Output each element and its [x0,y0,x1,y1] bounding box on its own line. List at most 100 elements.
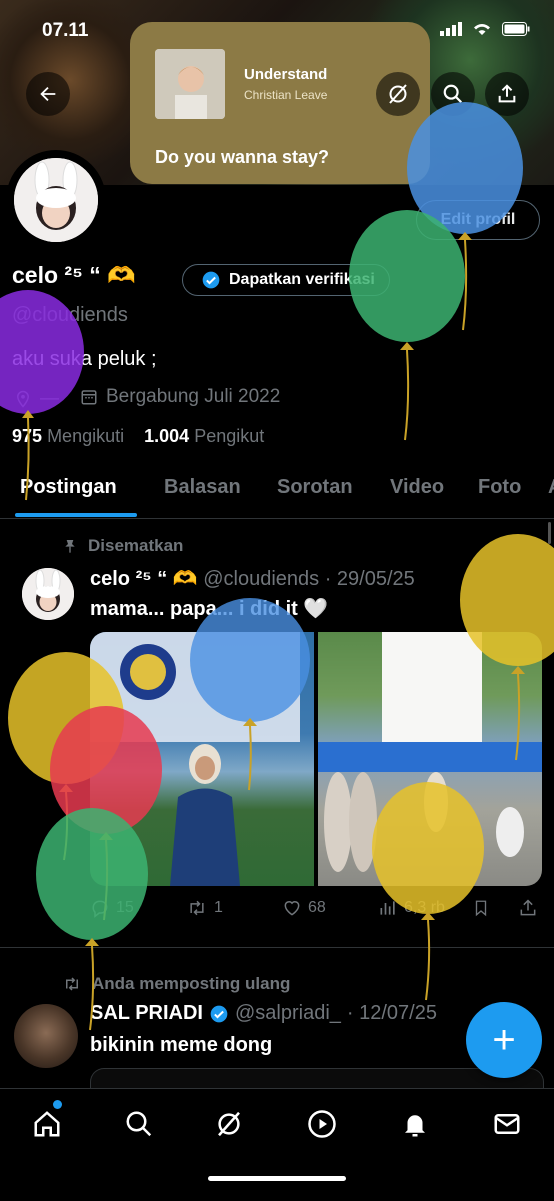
hands-emoji: 🫶 [107,262,136,288]
graduate-figure [170,744,240,886]
balloon-green-top [349,210,465,441]
following-count: 975 [12,426,43,446]
repost-indicator: Anda memposting ulang [62,974,290,994]
post-date: · 29/05/25 [324,568,415,590]
location-icon [16,390,30,408]
mail-icon [494,1114,520,1134]
joined-text: Bergabung Juli 2022 [106,386,281,407]
active-tab-indicator [15,513,137,517]
repost-header: SAL PRIADI @salpriadi_ · 12/07/25 [90,1002,437,1025]
bottom-nav [0,1088,554,1201]
back-arrow-icon [40,86,56,102]
cellular-signal-icon [440,22,462,36]
album-art [155,49,225,119]
avatar-image [14,158,98,242]
views-button[interactable]: 6,3 rb [378,898,445,918]
get-verified-label: Dapatkan verifikasi [229,271,375,288]
post-header: celo ²⁵ “ 🫶 @cloudiends · 29/05/25 [90,566,415,591]
home-indicator[interactable] [208,1176,346,1181]
post-avatar[interactable] [22,568,74,620]
battery-icon [502,22,530,36]
retweet-count: 1 [214,899,223,916]
following-label: Mengikuti [47,426,125,446]
nav-home[interactable] [32,1109,62,1139]
following-link[interactable]: 975 Mengikuti [12,426,124,446]
views-icon [380,901,395,915]
wifi-icon [474,24,490,35]
profile-handle: @cloudiends [12,304,128,326]
repost-handle: @salpriadi_ [234,1002,341,1024]
profile-bio: aku suka peluk ; [12,348,157,370]
share-icon [498,84,516,103]
post-share-button[interactable] [518,898,538,918]
calendar-icon [81,390,97,405]
tab-foto[interactable]: Foto [478,476,521,499]
nav-video[interactable] [307,1109,337,1139]
certificate-doc [382,632,482,750]
follow-stats: 975 Mengikuti 1.004 Pengikut [12,426,264,447]
share-button[interactable] [485,72,529,116]
edit-profile-button[interactable]: Edit profil [416,200,540,240]
post-author[interactable]: celo ²⁵ “ [90,568,167,590]
compose-button[interactable]: + [466,1002,542,1078]
song-artist: Christian Leave [244,88,328,102]
status-time: 07.11 [42,20,89,41]
location-text: — [40,388,59,409]
tab-more[interactable]: A [548,476,554,499]
verified-badge-icon [210,1005,228,1022]
profile-location: — [14,388,59,410]
post-image-2[interactable] [318,632,542,886]
status-icons [440,22,530,36]
post-divider [0,947,554,948]
followers-link[interactable]: 1.004 Pengikut [144,426,264,446]
grok-icon [218,1111,240,1137]
reply-count: 15 [116,899,134,916]
post-handle: @cloudiends [203,568,320,590]
tab-balasan[interactable]: Balasan [164,476,241,499]
repost-avatar[interactable] [14,1004,78,1068]
tab-video[interactable]: Video [390,476,444,499]
tab-sorotan[interactable]: Sorotan [277,476,353,499]
post-actions: 15 1 68 6,3 rb [90,898,542,924]
retweet-icon [190,900,204,916]
nav-grok[interactable] [214,1109,244,1139]
search-button[interactable] [431,72,475,116]
nav-notifications[interactable] [400,1109,430,1139]
like-count: 68 [308,899,326,916]
back-button[interactable] [26,72,70,116]
scrollbar[interactable] [548,522,551,544]
pin-icon [65,540,75,553]
grok-button[interactable] [376,72,420,116]
university-logo [120,644,176,700]
tab-postingan[interactable]: Postingan [20,476,117,499]
song-title: Understand [244,66,328,83]
repost-date: · 12/07/25 [346,1002,437,1024]
crowd-scene [318,742,542,872]
bookmark-button[interactable] [472,898,490,918]
like-button[interactable]: 68 [282,898,326,918]
home-notification-dot [53,1100,62,1109]
search-icon [126,1111,152,1137]
post-text: mama... papa... i did it 🤍 [90,598,329,620]
reply-icon [92,900,108,918]
retweet-button[interactable]: 1 [186,898,223,918]
repost-author[interactable]: SAL PRIADI [90,1002,203,1025]
repost-text: bikinin meme dong [90,1034,273,1056]
post-media[interactable] [90,632,542,886]
nav-messages[interactable] [492,1109,522,1139]
search-icon [443,84,463,104]
repost-label: Anda memposting ulang [92,974,291,993]
heart-icon [284,901,300,916]
reply-button[interactable]: 15 [90,898,134,918]
profile-name: celo ²⁵ “ 🫶 [12,262,136,289]
verified-badge-icon [202,271,220,289]
post-image-1[interactable] [90,632,314,886]
share-icon [520,899,536,916]
get-verified-button[interactable]: Dapatkan verifikasi [182,264,390,296]
pinned-indicator: Disematkan [62,536,183,556]
grok-icon [389,84,407,104]
nav-search[interactable] [124,1109,154,1139]
followers-label: Pengikut [194,426,265,446]
profile-avatar[interactable] [6,150,106,250]
retweet-icon [66,977,78,991]
